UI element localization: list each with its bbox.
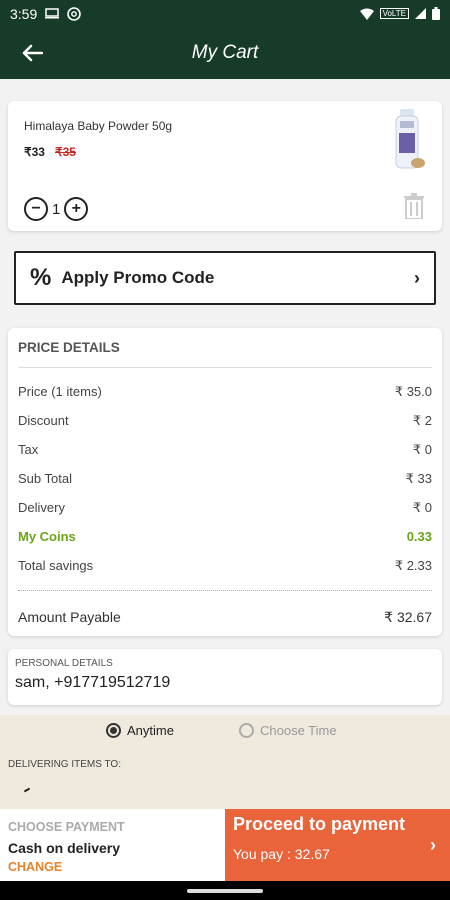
proceed-to-payment-button[interactable]: Proceed to payment You pay : 32.67 ›	[225, 809, 450, 881]
signal-icon	[415, 8, 426, 19]
row-label: Total savings	[18, 558, 94, 573]
radio-anytime[interactable]: Anytime	[106, 723, 174, 738]
quantity-stepper: − 1 +	[24, 197, 89, 221]
price-details-card: PRICE DETAILS Price (1 items) ₹ 35.0 Dis…	[8, 328, 442, 636]
cart-content: Himalaya Baby Powder 50g ₹33 ₹35 − 1 + %…	[0, 79, 450, 900]
battery-icon	[432, 7, 440, 20]
row-value: ₹ 0	[412, 500, 432, 515]
status-bar: 3:59 VoLTE	[0, 0, 450, 27]
quantity-value: 1	[52, 200, 61, 218]
change-payment-button[interactable]: CHANGE	[8, 860, 62, 874]
row-label: Price (1 items)	[18, 384, 102, 399]
decrease-quantity-button[interactable]: −	[24, 197, 48, 221]
network-badge: VoLTE	[379, 8, 409, 19]
price-row-price: Price (1 items) ₹ 35.0	[18, 384, 432, 400]
delivery-time-options: Anytime Choose Time	[0, 723, 450, 743]
app-bar: My Cart	[0, 27, 450, 79]
row-label: Sub Total	[18, 471, 72, 486]
row-value: 0.33	[406, 529, 432, 544]
amount-payable-label: Amount Payable	[18, 609, 121, 625]
status-time: 3:59	[10, 5, 38, 22]
you-pay-amount: You pay : 32.67	[233, 846, 330, 862]
row-label: Discount	[18, 413, 69, 428]
screen-icon	[45, 8, 60, 19]
row-value: ₹ 2.33	[394, 558, 432, 573]
payment-method: Cash on delivery	[8, 840, 121, 856]
wifi-icon	[359, 8, 374, 20]
row-label: Delivery	[18, 500, 65, 515]
product-price: ₹33	[24, 145, 45, 159]
price-row-subtotal: Sub Total ₹ 33	[18, 471, 432, 487]
product-image	[395, 109, 425, 169]
at-sign-icon	[67, 6, 82, 21]
price-details-title: PRICE DETAILS	[18, 340, 120, 355]
price-row: ₹33 ₹35	[24, 145, 76, 159]
row-label: My Coins	[18, 529, 76, 544]
plus-icon: +	[71, 200, 82, 217]
address-mark	[23, 787, 31, 793]
radio-selected-icon	[106, 723, 121, 738]
personal-details-card[interactable]: PERSONAL DETAILS sam, +917719512719	[8, 649, 442, 705]
arrow-left-icon	[22, 44, 43, 62]
price-row-discount: Discount ₹ 2	[18, 413, 432, 429]
choose-payment-label: CHOOSE PAYMENT	[8, 820, 125, 834]
promo-label: Apply Promo Code	[61, 268, 215, 287]
row-value: ₹ 2	[412, 413, 432, 428]
product-mrp: ₹35	[54, 145, 76, 159]
back-button[interactable]	[0, 27, 64, 79]
divider	[18, 367, 432, 368]
payment-bar: CHOOSE PAYMENT Cash on delivery CHANGE P…	[0, 809, 450, 881]
price-row-delivery: Delivery ₹ 0	[18, 500, 432, 516]
personal-details-label: PERSONAL DETAILS	[15, 658, 113, 669]
row-value: ₹ 35.0	[394, 384, 432, 399]
cart-item-card: Himalaya Baby Powder 50g ₹33 ₹35 − 1 +	[8, 101, 442, 231]
amount-payable-value: ₹ 32.67	[384, 609, 432, 625]
row-value: ₹ 0	[412, 442, 432, 457]
radio-anytime-label: Anytime	[127, 723, 174, 738]
minus-icon: −	[31, 200, 41, 217]
radio-choose-time[interactable]: Choose Time	[239, 723, 337, 738]
increase-quantity-button[interactable]: +	[64, 197, 89, 221]
page-title: My Cart	[191, 42, 259, 63]
product-name: Himalaya Baby Powder 50g	[24, 119, 173, 133]
price-row-tax: Tax ₹ 0	[18, 442, 432, 458]
price-row-my-coins: My Coins 0.33	[18, 529, 432, 544]
delete-item-button[interactable]	[404, 193, 424, 219]
row-value: ₹ 33	[405, 471, 432, 486]
chevron-right-icon: ›	[414, 267, 420, 288]
percent-icon: %	[30, 264, 52, 291]
radio-unselected-icon	[239, 723, 254, 738]
proceed-label: Proceed to payment	[233, 814, 406, 834]
price-row-total-savings: Total savings ₹ 2.33	[18, 558, 432, 574]
personal-details-value: sam, +917719512719	[15, 674, 171, 691]
delivering-items-label: DELIVERING ITEMS TO:	[8, 759, 121, 770]
row-label: Tax	[18, 442, 39, 457]
dotted-divider	[18, 590, 432, 591]
home-gesture-handle[interactable]	[187, 889, 263, 893]
chevron-right-icon: ›	[430, 835, 436, 855]
choose-payment-section: CHOOSE PAYMENT Cash on delivery CHANGE	[0, 809, 225, 881]
amount-payable-row: Amount Payable ₹ 32.67	[18, 609, 432, 626]
radio-choose-time-label: Choose Time	[260, 723, 337, 738]
system-nav-bar	[0, 881, 450, 900]
apply-promo-button[interactable]: % Apply Promo Code ›	[14, 251, 436, 305]
